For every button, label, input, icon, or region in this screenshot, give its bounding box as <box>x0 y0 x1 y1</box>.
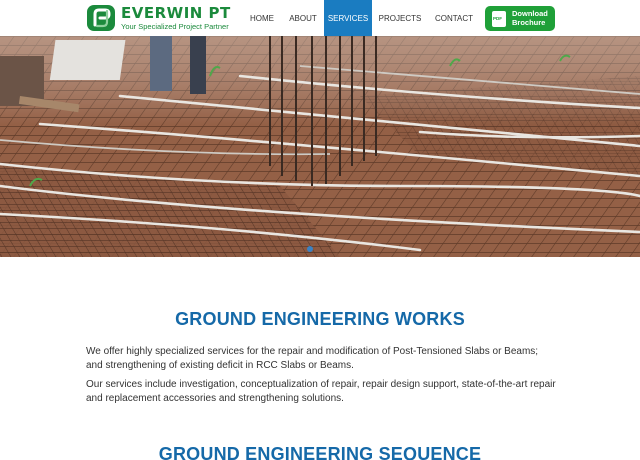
intro-paragraph: We offer highly specialized services for… <box>86 346 539 371</box>
nav-services[interactable]: SERVICES <box>324 0 372 36</box>
brand-tagline: Your Specialized Project Partner <box>121 21 229 31</box>
nav-projects[interactable]: PROJECTS <box>372 0 428 36</box>
pdf-icon: PDF <box>492 10 506 27</box>
section-title-ground-engineering-sequence: GROUND ENGINEERING SEQUENCE <box>158 444 482 460</box>
nav-contact[interactable]: CONTACT <box>428 0 480 36</box>
carousel-indicator-dot[interactable] <box>307 246 313 252</box>
services-paragraph: Our services include investigation, conc… <box>86 379 556 404</box>
everwin-logo-icon <box>87 5 115 31</box>
hero-banner <box>0 36 640 257</box>
site-header: EVERWIN PT Your Specialized Project Part… <box>0 0 640 36</box>
construction-rebar-photo-image <box>0 36 640 257</box>
main-nav: HOME ABOUT SERVICES PROJECTS CONTACT <box>242 0 480 36</box>
nav-about[interactable]: ABOUT <box>282 0 324 36</box>
brochure-label-line2: Brochure <box>512 17 546 27</box>
download-brochure-button[interactable]: PDF Download Brochure <box>485 6 555 31</box>
logo[interactable]: EVERWIN PT Your Specialized Project Part… <box>86 4 231 32</box>
section-title-ground-engineering-works: GROUND ENGINEERING WORKS <box>175 309 465 329</box>
brand-name: EVERWIN PT <box>121 3 231 22</box>
nav-home[interactable]: HOME <box>242 0 282 36</box>
